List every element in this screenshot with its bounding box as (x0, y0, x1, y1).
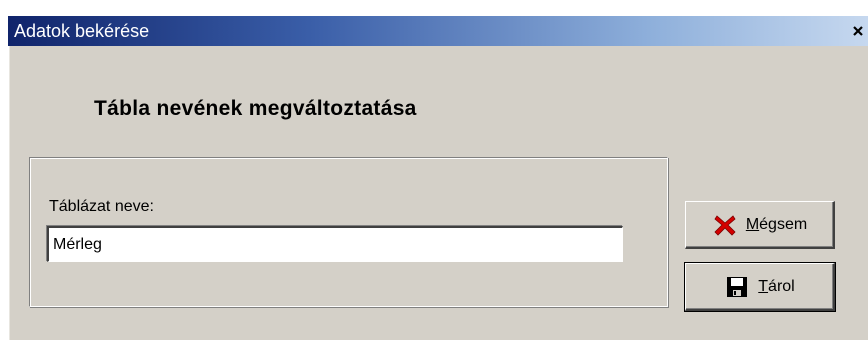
cancel-label: Mégsem (746, 216, 807, 234)
save-label-rest: árol (768, 277, 795, 295)
table-name-input[interactable] (47, 226, 623, 262)
save-button[interactable]: Tárol (684, 262, 836, 312)
dialog-heading: Tábla nevének megváltoztatása (94, 97, 417, 120)
cancel-button[interactable]: Mégsem (685, 201, 835, 249)
save-accel: T (758, 277, 769, 295)
floppy-disk-icon (724, 274, 750, 300)
window-title: Adatok bekérése (14, 20, 150, 41)
dialog-window: Adatok bekérése Tábla nevének megváltozt… (8, 16, 868, 340)
name-groupbox: Táblázat neve: (29, 157, 668, 307)
table-name-label: Táblázat neve: (49, 198, 154, 215)
red-x-icon (712, 212, 738, 238)
cancel-label-rest: égsem (759, 215, 808, 233)
close-button[interactable] (850, 23, 866, 39)
cancel-accel: M (745, 215, 760, 233)
close-icon (853, 26, 863, 36)
title-bar[interactable]: Adatok bekérése (8, 16, 868, 46)
save-label: Tárol (758, 278, 794, 296)
